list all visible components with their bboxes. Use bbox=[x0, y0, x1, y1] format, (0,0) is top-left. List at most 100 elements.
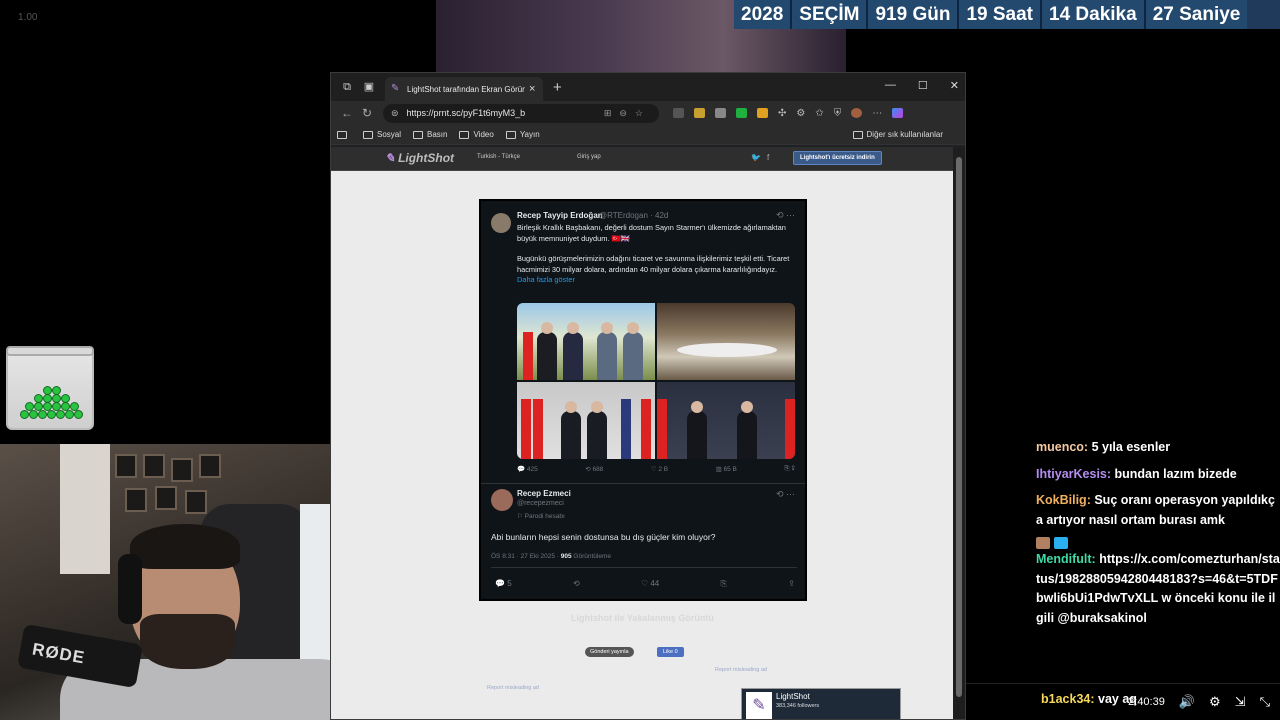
view-count: ▥ 65 B bbox=[715, 466, 737, 473]
bookmark-reading-icon[interactable] bbox=[337, 130, 351, 139]
social-links: 🐦f bbox=[751, 153, 775, 162]
jar-lid bbox=[6, 346, 94, 356]
countdown-seconds: 27 Saniye bbox=[1145, 0, 1248, 29]
election-countdown: 2028 SEÇİM 919 Gün 19 Saat 14 Dakika 27 … bbox=[734, 0, 1280, 29]
new-tab-icon[interactable]: + bbox=[553, 79, 562, 96]
like-icon: ♡ 44 bbox=[640, 579, 660, 588]
tab-close-icon[interactable]: × bbox=[529, 83, 535, 95]
minimize-icon[interactable]: — bbox=[885, 79, 896, 92]
bookmarks-bar: Sosyal Basın Video Yayın Diğer sık kulla… bbox=[331, 125, 965, 145]
refresh-icon[interactable]: ↻ bbox=[357, 106, 377, 120]
back-icon[interactable]: ← bbox=[337, 106, 357, 120]
countdown-label: SEÇİM bbox=[792, 0, 869, 29]
download-button[interactable]: Lightshot'ı ücretsiz indirin bbox=[793, 151, 882, 165]
folder-icon bbox=[363, 130, 373, 139]
tweet-photo bbox=[657, 303, 795, 380]
page-scrollbar[interactable] bbox=[953, 147, 965, 719]
bookmark-folder-yayin[interactable]: Yayın bbox=[505, 130, 540, 139]
zoom-label: 1.00 bbox=[18, 12, 38, 23]
close-window-icon[interactable]: ✕ bbox=[950, 79, 959, 92]
facebook-icon[interactable]: f bbox=[767, 153, 775, 162]
extension-icon[interactable] bbox=[757, 108, 768, 118]
login-link[interactable]: Giriş yap bbox=[577, 154, 601, 160]
chat-message: KokBilig: Suç oranı operasyon yapıldıkça… bbox=[1036, 493, 1275, 527]
extensions-bar: ✣ ⚙ ✩ ⛨ ⋯ bbox=[673, 108, 904, 119]
maximize-icon[interactable]: ☐ bbox=[918, 79, 928, 92]
address-bar[interactable]: ⊜ https://prnt.sc/pyF1t6myM3_b ⊞⊖☆ bbox=[383, 103, 659, 123]
badge-icon bbox=[1054, 537, 1068, 549]
parody-label: ⚐ Parodi hesabı bbox=[517, 513, 565, 520]
screenshot-page: Recep Tayyip Erdoğan @RTErdogan · 42d ⟲ … bbox=[331, 171, 955, 719]
scrollbar-thumb[interactable] bbox=[956, 157, 962, 697]
like-count: ♡ 2 B bbox=[650, 466, 669, 473]
reply-author-name: Recep Ezmeci bbox=[517, 489, 571, 498]
countdown-year: 2028 bbox=[734, 0, 793, 29]
show-more-link: Daha fazla göster bbox=[517, 275, 575, 285]
retweet-count: ⟲ 688 bbox=[585, 466, 604, 473]
shield-icon[interactable]: ⛨ bbox=[834, 108, 842, 119]
speed-icon[interactable]: ⚙ bbox=[796, 108, 805, 119]
tweet-photo bbox=[517, 382, 655, 459]
share-icon: ⇪ bbox=[788, 579, 795, 588]
folder-icon bbox=[459, 130, 470, 139]
lightshot-logo[interactable]: ✎ LightShot bbox=[385, 151, 454, 165]
jar-marbles bbox=[20, 384, 84, 420]
twitter-icon[interactable]: 🐦 bbox=[751, 153, 767, 162]
extension-icon[interactable] bbox=[694, 108, 705, 118]
bookmark-folder-video[interactable]: Video bbox=[459, 130, 494, 139]
bookmark-share-icons: ⎘ ⇪ bbox=[784, 465, 795, 472]
extension-icon[interactable] bbox=[673, 108, 684, 118]
chat-message: IhtiyarKesis: bundan lazım bizede bbox=[1036, 466, 1237, 481]
address-bar-row: ← ↻ ⊜ https://prnt.sc/pyF1t6myM3_b ⊞⊖☆ ✣… bbox=[331, 101, 965, 125]
report-ad-link[interactable]: Report misleading ad bbox=[487, 685, 539, 691]
bookmark-icon: ⎘ bbox=[720, 579, 727, 588]
like-button[interactable]: Like 0 bbox=[657, 647, 684, 657]
webcam-feed: RØDE bbox=[0, 444, 378, 720]
playback-time: 2:40:39 bbox=[1128, 696, 1165, 708]
badge-icon bbox=[1036, 537, 1050, 549]
reply-author-handle: @recepezmeci bbox=[517, 500, 564, 507]
lightshot-feather-icon: ✎ bbox=[746, 692, 772, 719]
retweet-icon: ⟲ bbox=[572, 579, 580, 588]
reply-count: 💬 425 bbox=[517, 466, 538, 473]
profile-avatar[interactable] bbox=[851, 108, 863, 118]
favorites-icon[interactable]: ✩ bbox=[815, 108, 823, 119]
screenshot-caption: Lightshot ile Yakalanmış Görüntü bbox=[571, 613, 714, 623]
avatar bbox=[491, 213, 511, 233]
grok-more-icon: ⟲ ⋯ bbox=[775, 489, 795, 499]
lightshot-page-widget[interactable]: ✎ LightShot 383,346 followers bbox=[741, 688, 901, 719]
feather-icon: ✎ bbox=[385, 151, 396, 165]
url-text[interactable]: https://prnt.sc/pyF1t6myM3_b bbox=[407, 108, 604, 118]
tab-lightshot[interactable]: ✎ LightShot tarafından Ekran Görün × bbox=[385, 77, 543, 101]
puzzle-icon[interactable]: ✣ bbox=[778, 108, 786, 119]
share-button[interactable]: Gönderi yayınla bbox=[585, 647, 634, 657]
reply-meta: ÖS 8:31 · 27 Eki 2025 · 905 Görüntüleme bbox=[491, 553, 611, 560]
report-ad-link[interactable]: Report misleading ad bbox=[715, 667, 767, 673]
chat-message: b1ack34: vay aq bbox=[1041, 692, 1137, 706]
fullscreen-icon[interactable]: ⤡ bbox=[1260, 694, 1270, 710]
volume-icon[interactable]: 🔊 bbox=[1179, 694, 1195, 710]
settings-icon[interactable]: ⚙ bbox=[1209, 694, 1221, 710]
countdown-minutes: 14 Dakika bbox=[1042, 0, 1146, 29]
bookmark-folder-basin[interactable]: Basın bbox=[413, 130, 447, 139]
player-control-bar: b1ack34: vay aq 2:40:39 🔊 ⚙ ⇲ ⤡ bbox=[966, 683, 1280, 720]
extension-icon[interactable] bbox=[736, 108, 747, 118]
browser-window: ⧉ ▣ ✎ LightShot tarafından Ekran Görün ×… bbox=[330, 72, 966, 720]
chat-panel: muenco: 5 yıla esenler IhtiyarKesis: bun… bbox=[1036, 438, 1280, 635]
more-icon[interactable]: ⋯ bbox=[872, 108, 882, 119]
site-info-icon[interactable]: ⊜ bbox=[391, 108, 399, 119]
folder-icon bbox=[852, 130, 863, 139]
workspaces-icon[interactable]: ⧉ bbox=[341, 81, 353, 93]
reply-icon: 💬 5 bbox=[495, 579, 512, 588]
popout-icon[interactable]: ⇲ bbox=[1235, 694, 1246, 710]
language-selector[interactable]: Turkish - Türkçe bbox=[477, 154, 520, 160]
tweet-stats: 💬 425 ⟲ 688 ♡ 2 B ▥ 65 B ⎘ ⇪ bbox=[517, 465, 795, 473]
bookmark-folder-sosyal[interactable]: Sosyal bbox=[363, 130, 401, 139]
extension-icon[interactable] bbox=[715, 108, 726, 118]
bookmark-other-favorites[interactable]: Diğer sık kullanılanlar bbox=[852, 130, 943, 139]
chat-badges bbox=[1036, 537, 1280, 549]
address-bar-icons[interactable]: ⊞⊖☆ bbox=[604, 108, 651, 119]
copilot-icon[interactable] bbox=[892, 108, 904, 118]
tweet-author-handle: @RTErdogan · 42d bbox=[599, 211, 669, 220]
tab-actions-icon[interactable]: ▣ bbox=[363, 81, 375, 93]
